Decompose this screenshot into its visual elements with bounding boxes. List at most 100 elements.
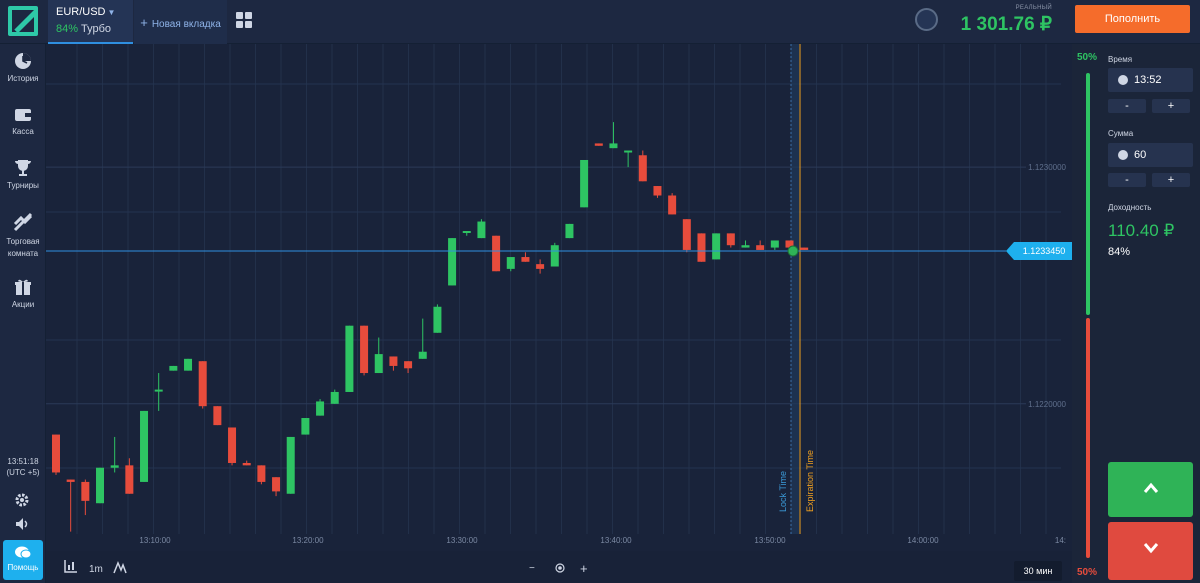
put-button[interactable]	[1108, 522, 1193, 580]
candle-body	[389, 356, 398, 366]
period-button[interactable]: 30 мин	[1014, 561, 1062, 581]
time-plus-button[interactable]: +	[1152, 99, 1190, 113]
sidebar-item-label: Турниры	[7, 181, 39, 190]
payout-percent: 84%	[1108, 246, 1131, 258]
sidebar-item-cashier[interactable]: Касса	[0, 107, 46, 136]
candle-body	[565, 223, 574, 239]
y-tick-label: 1.1220000	[1028, 400, 1066, 409]
sidebar-item-label: История	[7, 74, 39, 83]
candle-body	[594, 143, 603, 146]
chart-type-icon[interactable]	[64, 559, 78, 576]
tab-eur-usd[interactable]: EUR/USD ▼ 84% Турбо	[48, 0, 133, 44]
history-icon	[15, 53, 31, 69]
x-tick-label: 13:50:00	[754, 536, 786, 545]
sidebar-item-label: Торговая комната	[6, 237, 40, 258]
trophy-icon	[15, 160, 31, 176]
chat-icon	[15, 546, 32, 559]
candle-body	[66, 479, 75, 482]
plus-icon: +	[140, 15, 148, 30]
top-bar: EUR/USD ▼ 84% Турбо + Новая вкладка РЕАЛЬНЫ…	[0, 0, 1200, 44]
candle-body	[609, 143, 618, 149]
current-price-label: 1.1233450	[1023, 246, 1066, 256]
candle-body	[404, 361, 413, 369]
time-label: Время	[1108, 55, 1133, 64]
candle-body	[800, 247, 809, 250]
chart-canvas[interactable]: 1.1230000 1.1220000 13:10:00 13:20:00 13:30:…	[46, 44, 1072, 551]
speaker-icon[interactable]	[15, 517, 31, 533]
lock-time-band	[791, 44, 799, 534]
help-button[interactable]: Помощь	[3, 540, 43, 580]
server-clock: 13:51:18 (UTC +5)	[0, 456, 46, 478]
candle-body	[184, 358, 193, 371]
candle-body	[286, 436, 295, 494]
candle-body	[741, 245, 750, 248]
candle-body	[169, 365, 178, 371]
account-type-label: РЕАЛЬНЫЙ	[1015, 5, 1052, 11]
clock-time: 13:51:18	[7, 457, 39, 466]
zoom-reset-icon[interactable]	[555, 563, 565, 576]
zoom-out-button[interactable]: −	[529, 563, 535, 574]
indicators-icon[interactable]	[113, 560, 127, 577]
asset-mode: Турбо	[81, 23, 112, 35]
new-tab-button[interactable]: + Новая вкладка	[134, 0, 227, 44]
candle-body	[242, 462, 251, 466]
amount-label: Сумма	[1108, 129, 1134, 138]
candle-body	[668, 195, 677, 215]
logo[interactable]	[8, 6, 38, 36]
x-tick-label: 14:00:00	[907, 536, 939, 545]
candle-body	[140, 410, 149, 482]
grid-layout-icon[interactable]	[236, 12, 252, 28]
y-tick-label: 1.1230000	[1028, 163, 1066, 172]
amount-plus-button[interactable]: +	[1152, 173, 1190, 187]
amount-input[interactable]: 60	[1108, 143, 1193, 167]
candle-body	[125, 465, 134, 494]
candle-body	[301, 418, 310, 435]
ruble-icon	[1118, 150, 1128, 160]
candle-body	[374, 354, 383, 374]
candle-body	[536, 264, 545, 269]
candle-body	[682, 219, 691, 250]
deposit-button[interactable]: Пополнить	[1075, 5, 1190, 33]
gear-icon[interactable]	[15, 493, 31, 509]
call-button[interactable]	[1108, 462, 1193, 517]
time-minus-button[interactable]: -	[1108, 99, 1146, 113]
clock-icon	[1118, 75, 1128, 85]
zoom-in-button[interactable]: +	[580, 561, 588, 576]
trade-panel: Время 13:52 - + Сумма 60 - + Доходность …	[1103, 44, 1200, 583]
chevron-down-icon: ▼	[107, 8, 116, 17]
amount-minus-button[interactable]: -	[1108, 173, 1146, 187]
candle-body	[154, 389, 163, 392]
sidebar: История Касса Турниры Торговая комната А…	[0, 44, 46, 583]
sidebar-item-tournaments[interactable]: Турниры	[0, 159, 46, 190]
candle-body	[697, 233, 706, 262]
candle-body	[521, 257, 530, 262]
candle-body	[462, 231, 471, 234]
asset-payout: 84%	[56, 23, 79, 35]
timeframe-button[interactable]: 1m	[89, 564, 103, 575]
sidebar-item-promotions[interactable]: Акции	[0, 278, 46, 309]
clock-timezone: (UTC +5)	[6, 468, 40, 477]
sidebar-item-trading-room[interactable]: Торговая комната	[0, 212, 46, 260]
payout-label: Доходность	[1108, 203, 1152, 212]
candle-body	[712, 233, 721, 260]
candle-body	[52, 434, 60, 473]
wallet-icon	[15, 109, 31, 121]
sidebar-item-history[interactable]: История	[0, 52, 46, 83]
sentiment-up-percent: 50%	[1077, 52, 1098, 63]
sidebar-item-label: Акции	[11, 300, 35, 309]
time-input[interactable]: 13:52	[1108, 68, 1193, 92]
candle-body	[330, 391, 339, 404]
chart-toolbar: 1m − + 30 мин	[46, 551, 1072, 583]
time-value: 13:52	[1134, 74, 1162, 86]
avatar[interactable]	[915, 8, 938, 31]
candle-body	[81, 481, 90, 501]
lock-time-label: Lock Time	[778, 471, 788, 512]
balance[interactable]: 1 301.76 ₽	[955, 13, 1052, 36]
price-chart[interactable]: 1.1230000 1.1220000 13:10:00 13:20:00 13:30:…	[46, 44, 1072, 551]
candle-body	[257, 465, 266, 482]
candle-body	[477, 221, 486, 239]
sentiment-down-bar	[1086, 318, 1090, 558]
candle-body	[96, 467, 105, 504]
candle-body	[550, 245, 559, 267]
x-tick-label: 14:	[1055, 536, 1066, 545]
